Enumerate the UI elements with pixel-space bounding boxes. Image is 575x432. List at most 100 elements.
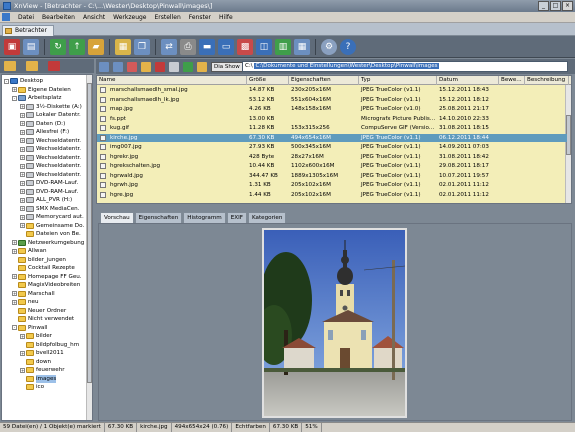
expand-toggle[interactable]: +	[20, 121, 25, 127]
maximize-button[interactable]: □	[550, 1, 561, 11]
tree-item[interactable]: MagixVideobreiten	[12, 281, 80, 290]
tree-item[interactable]: + bilder	[20, 332, 52, 341]
browser-icon[interactable]: ▤	[23, 38, 39, 55]
column-header[interactable]: Bewe...	[499, 76, 525, 85]
folder-icon[interactable]	[4, 61, 16, 71]
menu-hilfe[interactable]: Hilfe	[215, 14, 237, 21]
menu-datei[interactable]: Datei	[14, 14, 38, 21]
file-row[interactable]: fs.ppt 13.00 KB Micrografx Picture Publis.…	[97, 115, 567, 123]
tree-item[interactable]: + Wechseldatentr.	[20, 162, 81, 171]
menu-erstellen[interactable]: Erstellen	[151, 14, 185, 21]
tree-item[interactable]: + neu	[12, 298, 39, 307]
minimize-button[interactable]: _	[538, 1, 549, 11]
file-row[interactable]: hgrwh.jpg 1.31 KB 205x102x16M JPEG TrueColo…	[97, 181, 567, 189]
scrollbar-thumb[interactable]	[87, 83, 92, 383]
file-row[interactable]: kirche.jpg 67.30 KB 494x654x16M JPEG TrueCo…	[97, 133, 567, 142]
column-header[interactable]: Datum	[437, 76, 499, 85]
expand-toggle[interactable]: +	[20, 206, 25, 212]
tab-histogramm[interactable]: Histogramm	[183, 212, 226, 223]
expand-toggle[interactable]: -	[12, 325, 17, 331]
expand-toggle[interactable]: -	[4, 78, 9, 84]
menu-fenster[interactable]: Fenster	[185, 14, 215, 21]
file-row[interactable]: marschallsmaedlh_lk.jpg 53.12 KB 551x604x1…	[97, 96, 567, 104]
tree-item[interactable]: + feuerwehr	[20, 366, 65, 375]
settings-icon[interactable]: ⚙	[321, 38, 337, 55]
folder-icon[interactable]	[141, 61, 151, 72]
close-button[interactable]: ×	[562, 1, 573, 11]
tree-item[interactable]: Cocktail Rezepte	[12, 264, 75, 273]
expand-toggle[interactable]: +	[20, 214, 25, 220]
file-row[interactable]: marschallsmaedlh_smal.jpg 14.87 KB 230x205…	[97, 86, 567, 94]
expand-toggle[interactable]: +	[12, 87, 17, 93]
column-header[interactable]: Beschreibung	[525, 76, 569, 85]
tree-item[interactable]: + Wechseldatentr.	[20, 145, 81, 154]
tree-item[interactable]: + Allesfrei (F:)	[20, 128, 69, 137]
tree-item[interactable]: Nicht verwendet	[12, 315, 74, 324]
contact-sheet-icon[interactable]: ▦	[294, 38, 310, 55]
expand-toggle[interactable]: +	[20, 112, 25, 118]
file-list[interactable]: Name Größe Eigenschaften Typ Datum Bewe... Bes…	[96, 75, 572, 204]
tree-scrollbar[interactable]	[86, 75, 92, 420]
menu-bearbeiten[interactable]: Bearbeiten	[38, 14, 79, 21]
tree-item[interactable]: + Gemeinsame Do.	[20, 222, 84, 231]
expand-toggle[interactable]: +	[20, 163, 25, 169]
expand-toggle[interactable]: +	[12, 291, 17, 297]
diashow-button[interactable]: Dia Show	[211, 61, 243, 72]
tab-betrachter[interactable]: Betrachter	[2, 25, 54, 36]
expand-toggle[interactable]: +	[20, 367, 25, 373]
tab-vorschau[interactable]: Vorschau	[100, 212, 134, 223]
slideshow-icon[interactable]: ▭	[218, 38, 234, 55]
file-row[interactable]: kug.gif 11.28 KB 153x315x256 CompuServe GIF…	[97, 124, 567, 132]
tree-item[interactable]: + Homepage FF Geu.	[12, 273, 82, 282]
expand-toggle[interactable]: +	[12, 299, 17, 305]
category-icon[interactable]	[48, 61, 60, 71]
expand-toggle[interactable]: +	[20, 223, 25, 229]
expand-toggle[interactable]: +	[20, 172, 25, 178]
folder-icon[interactable]: ▰	[88, 38, 104, 55]
tree-item[interactable]: + Eigene Dateien	[12, 86, 71, 95]
file-row[interactable]: map.jpg 4.26 KB 148x158x16M JPEG TrueColor …	[97, 105, 567, 113]
help-icon[interactable]: ?	[340, 38, 356, 55]
expand-toggle[interactable]: +	[20, 189, 25, 195]
capture-icon[interactable]: ◫	[256, 38, 272, 55]
expand-toggle[interactable]: +	[20, 350, 25, 356]
tree-item[interactable]: Dateien von Be.	[20, 230, 81, 239]
stop-icon[interactable]	[127, 61, 137, 72]
tree-item[interactable]: images	[20, 374, 57, 383]
column-header[interactable]: Eigenschaften	[289, 76, 359, 85]
expand-toggle[interactable]: +	[20, 180, 25, 186]
tree-item[interactable]: + bvell2011	[20, 349, 64, 358]
expand-toggle[interactable]: +	[12, 274, 17, 280]
expand-toggle[interactable]: +	[20, 138, 25, 144]
forward-icon[interactable]	[113, 61, 123, 72]
tree-item[interactable]: + Daten (D:)	[20, 120, 65, 129]
file-row[interactable]: hgrwald.jpg 344.47 KB 1889x1305x16M JPEG Tr…	[97, 172, 567, 180]
save-icon[interactable]: ▦	[115, 38, 131, 55]
file-row[interactable]: hgre.jpg 1.44 KB 205x102x16M JPEG TrueColor…	[97, 191, 567, 199]
convert-icon[interactable]: ⇄	[161, 38, 177, 55]
refresh-icon[interactable]: ↻	[50, 38, 66, 55]
tree-item[interactable]: + Allwan	[12, 247, 46, 256]
sort-icon[interactable]	[197, 61, 207, 72]
favorites-icon[interactable]	[26, 61, 38, 71]
expand-toggle[interactable]: -	[12, 95, 17, 101]
expand-toggle[interactable]: +	[20, 129, 25, 135]
tree-item[interactable]: + Lokaler Datentr.	[20, 111, 81, 120]
tab-exif[interactable]: EXIF	[226, 212, 247, 223]
tree-item[interactable]: down	[20, 358, 51, 367]
column-header[interactable]: Größe	[247, 76, 289, 85]
tree-item[interactable]: ico	[20, 383, 44, 392]
tree-item[interactable]: Neuer Ordner	[12, 307, 66, 316]
expand-toggle[interactable]: +	[12, 240, 17, 246]
tree-item[interactable]: + Wechseldatentr.	[20, 137, 81, 146]
tree-item[interactable]: - Desktop	[4, 77, 43, 86]
print-icon[interactable]: ⎙	[180, 38, 196, 55]
file-row[interactable]: img007.jpg 27.93 KB 500x345x16M JPEG TrueCo…	[97, 143, 567, 151]
tree-item[interactable]: - Pinwall	[12, 324, 47, 333]
tree-item[interactable]: + Netzwerkumgebung	[12, 239, 84, 248]
delete-icon[interactable]	[155, 61, 165, 72]
menu-werkzeuge[interactable]: Werkzeuge	[109, 14, 150, 21]
expand-toggle[interactable]: +	[20, 155, 25, 161]
folder-tree[interactable]: - Desktop + Eigene Dateien - Arbeitsplatz +3½-…	[1, 74, 93, 421]
tree-item[interactable]: + ALL_PVR (H:)	[20, 196, 72, 205]
